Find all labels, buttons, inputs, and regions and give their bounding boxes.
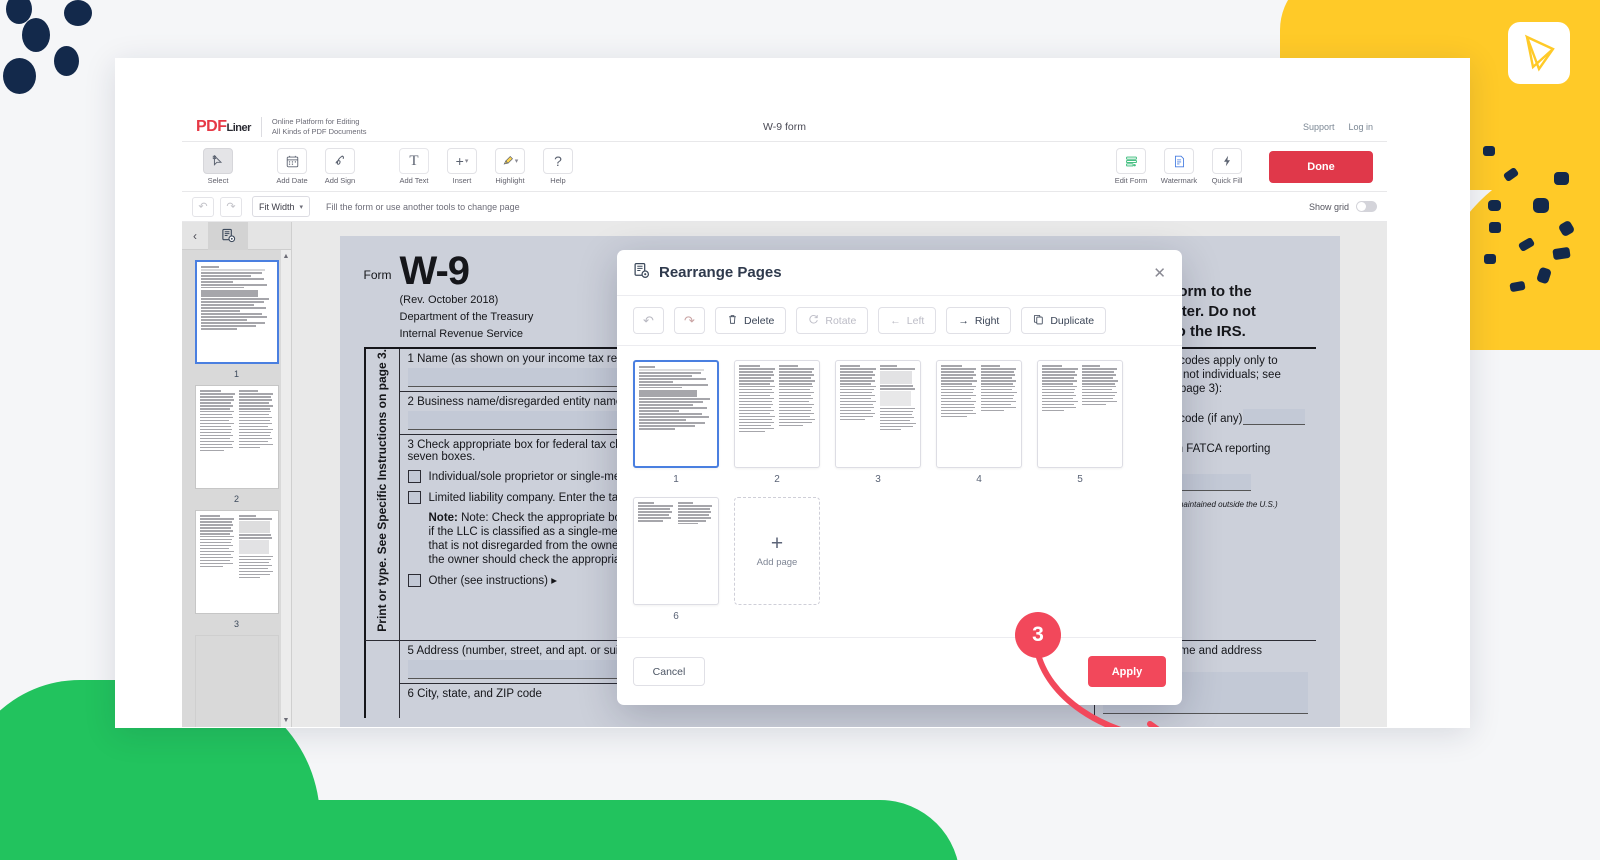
page-thumbnail[interactable] — [936, 360, 1022, 468]
modal-right-button[interactable]: → Right — [946, 307, 1012, 334]
modal-left-label: Left — [906, 314, 925, 327]
page-thumbnail[interactable] — [1037, 360, 1123, 468]
page-thumbnail[interactable] — [633, 497, 719, 605]
modal-toolbar: ↶ ↷ Delete Rotate ← Left → Right Duplica… — [617, 296, 1182, 346]
modal-header: Rearrange Pages ✕ — [617, 250, 1182, 296]
duplicate-icon — [1033, 314, 1044, 328]
page-number: 5 — [1077, 474, 1083, 485]
page-number: 3 — [875, 474, 881, 485]
add-page-item[interactable]: + Add page — [734, 497, 820, 622]
add-page-button[interactable]: + Add page — [734, 497, 820, 605]
modal-redo-button[interactable]: ↷ — [674, 307, 705, 334]
page-number: 1 — [673, 474, 679, 485]
modal-left-button[interactable]: ← Left — [878, 307, 937, 334]
page-item[interactable]: 1 — [633, 360, 719, 485]
modal-rotate-button[interactable]: Rotate — [796, 307, 869, 334]
app-window: PDFLiner Online Platform for Editing All… — [115, 58, 1470, 728]
rearrange-pages-modal: Rearrange Pages ✕ ↶ ↷ Delete Rotate ← Le… — [617, 250, 1182, 705]
page-item[interactable]: 2 — [734, 360, 820, 485]
arrow-left-icon: ← — [890, 314, 901, 327]
decorative-navy-blob — [6, 0, 32, 24]
modal-delete-label: Delete — [744, 314, 775, 327]
page-item[interactable]: 4 — [936, 360, 1022, 485]
redo-icon: ↷ — [684, 312, 695, 328]
page-preview-lines — [639, 366, 713, 462]
modal-duplicate-button[interactable]: Duplicate — [1021, 307, 1107, 334]
page-preview-columns — [840, 365, 916, 463]
page-thumbnail[interactable] — [835, 360, 921, 468]
rearrange-pages-icon — [633, 262, 650, 284]
login-link[interactable]: Log in — [1348, 122, 1373, 132]
add-page-label: Add page — [756, 556, 798, 568]
modal-rotate-label: Rotate — [825, 314, 857, 327]
header-links: Support Log in — [1303, 122, 1373, 132]
trash-icon — [727, 314, 738, 328]
page-preview-columns — [739, 365, 815, 463]
step-badge: 3 — [1015, 612, 1061, 658]
arrow-right-icon: → — [958, 314, 969, 327]
page-number: 4 — [976, 474, 982, 485]
page-preview-columns — [638, 502, 714, 544]
modal-duplicate-label: Duplicate — [1050, 314, 1095, 327]
cancel-button[interactable]: Cancel — [633, 657, 705, 686]
page-item[interactable]: 5 — [1037, 360, 1123, 485]
page-item[interactable]: 3 — [835, 360, 921, 485]
page-number: 2 — [774, 474, 780, 485]
page-preview-columns — [941, 365, 1017, 463]
brand-logo-mark-icon — [1508, 22, 1570, 84]
support-link[interactable]: Support — [1303, 122, 1335, 132]
page-number: 6 — [673, 611, 679, 622]
close-icon[interactable]: ✕ — [1153, 264, 1166, 282]
decorative-navy-blob — [3, 58, 36, 94]
page-preview-columns — [1042, 365, 1118, 463]
decorative-navy-blob — [64, 0, 92, 26]
rotate-icon — [808, 314, 819, 328]
modal-overlay: Rearrange Pages ✕ ↶ ↷ Delete Rotate ← Le… — [182, 112, 1387, 727]
modal-body: 1 2 3 4 5 6 + Add page — [617, 346, 1182, 637]
screen-root: PDFLiner Online Platform for Editing All… — [0, 0, 1600, 860]
plus-icon: + — [770, 531, 784, 555]
page-thumbnail[interactable] — [633, 360, 719, 468]
modal-title: Rearrange Pages — [659, 264, 782, 281]
modal-delete-button[interactable]: Delete — [715, 307, 787, 334]
decorative-navy-blob — [54, 46, 79, 76]
decorative-navy-blob — [22, 18, 50, 52]
undo-icon: ↶ — [643, 312, 654, 328]
page-item[interactable]: 6 — [633, 497, 719, 622]
modal-undo-button[interactable]: ↶ — [633, 307, 664, 334]
page-grid: 1 2 3 4 5 6 + Add page — [633, 360, 1166, 622]
app-viewport: PDFLiner Online Platform for Editing All… — [182, 112, 1387, 727]
modal-right-label: Right — [974, 314, 1000, 327]
page-thumbnail[interactable] — [734, 360, 820, 468]
